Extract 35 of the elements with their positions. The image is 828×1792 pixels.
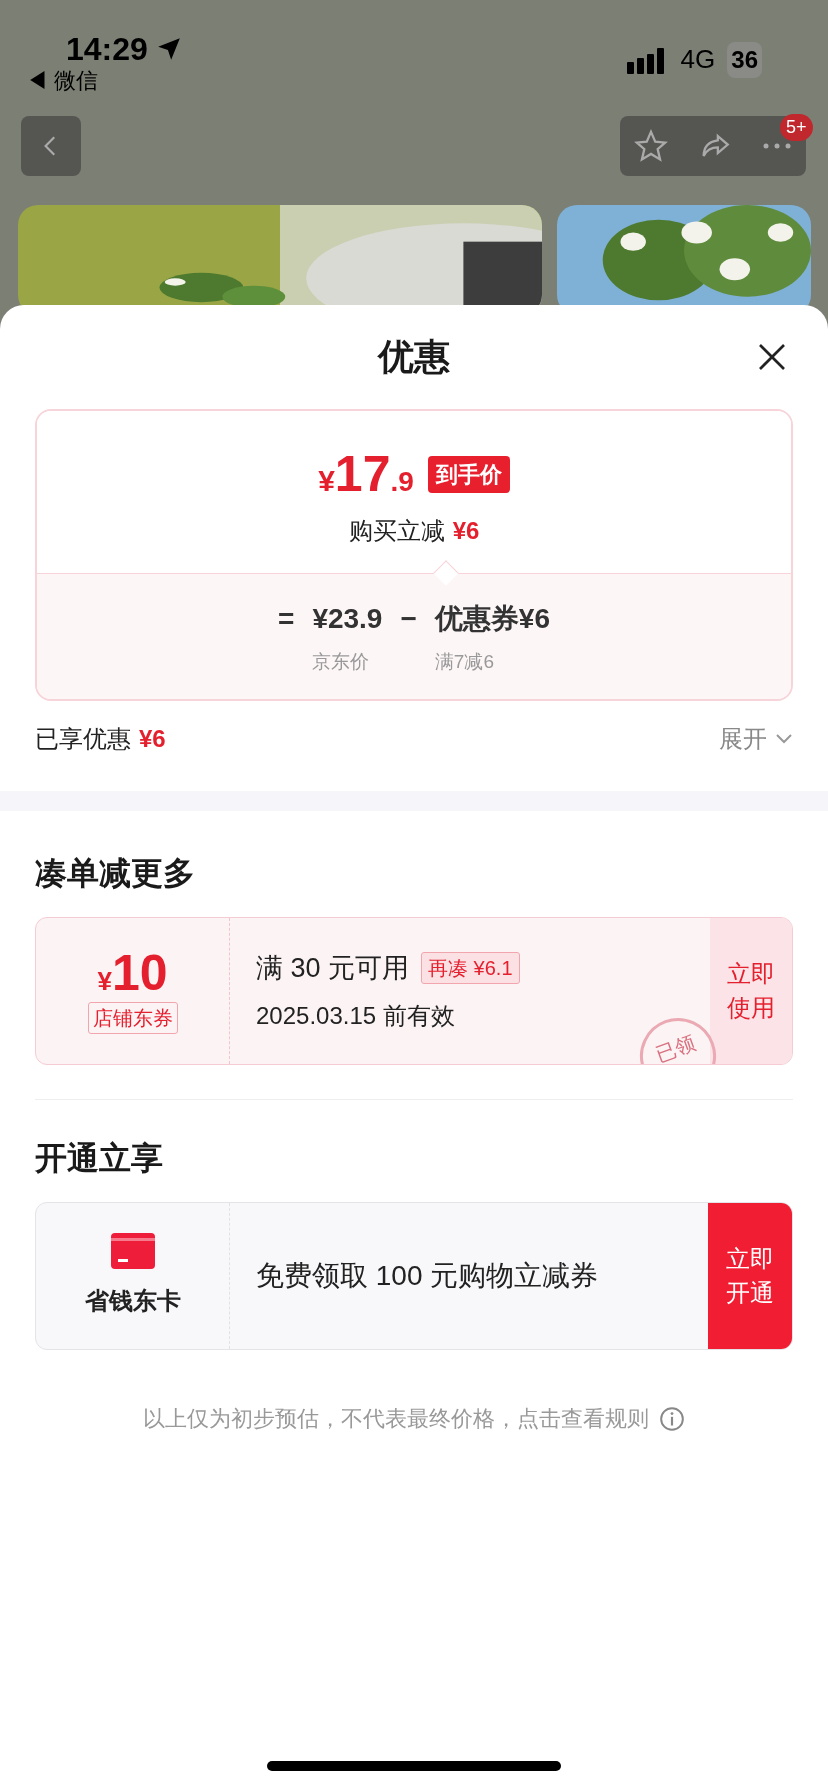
battery-indicator: 36: [727, 41, 762, 78]
enjoyed-label: 已享优惠: [35, 724, 131, 754]
formula-operator: =: [278, 602, 295, 636]
coupon-amount: ¥10: [97, 948, 168, 998]
notification-badge: 5+: [780, 114, 813, 141]
back-button[interactable]: [21, 116, 81, 176]
formula-note: 满7减6: [434, 650, 494, 674]
reduction-value: ¥6: [452, 516, 480, 546]
expand-button[interactable]: 展开: [719, 721, 793, 757]
formula-amount: ¥23.9: [312, 602, 383, 636]
card-offer: 免费领取 100 元购物立减券: [256, 1259, 599, 1293]
star-icon[interactable]: [634, 129, 669, 163]
sheet-title: 优惠: [378, 335, 450, 379]
price-tag: 到手价: [427, 456, 510, 493]
final-price: ¥17.9: [318, 449, 414, 499]
chevron-icon: [775, 733, 793, 745]
card-icon: [110, 1233, 155, 1269]
use-now-button[interactable]: 立即使用: [710, 918, 792, 1064]
coupon-type: 店铺东券: [87, 1002, 178, 1034]
enjoyed-value: ¥6: [139, 724, 166, 754]
formula-note: 京东价: [312, 650, 370, 674]
formula-operator: −: [400, 602, 417, 636]
more-icon[interactable]: [761, 142, 792, 150]
section-title: 凑单减更多: [35, 854, 196, 893]
reduction-label: 购买立减: [348, 516, 445, 546]
add-on-tag: 再凑 ¥6.1: [421, 952, 520, 984]
card-name: 省钱东卡: [84, 1286, 181, 1316]
activate-button[interactable]: 立即开通: [708, 1203, 792, 1349]
formula-amount: 优惠券¥6: [434, 602, 550, 636]
coupon-condition: 满 30 元可用: [256, 951, 410, 985]
section-title: 开通立享: [35, 1139, 164, 1178]
disclaimer-text: 以上仅为初步预估，不代表最终价格，点击查看规则: [143, 1405, 649, 1433]
info-icon[interactable]: [659, 1405, 685, 1432]
network-label: 4G: [680, 43, 716, 76]
coupon-validity: 2025.03.15 前有效: [256, 1001, 456, 1032]
